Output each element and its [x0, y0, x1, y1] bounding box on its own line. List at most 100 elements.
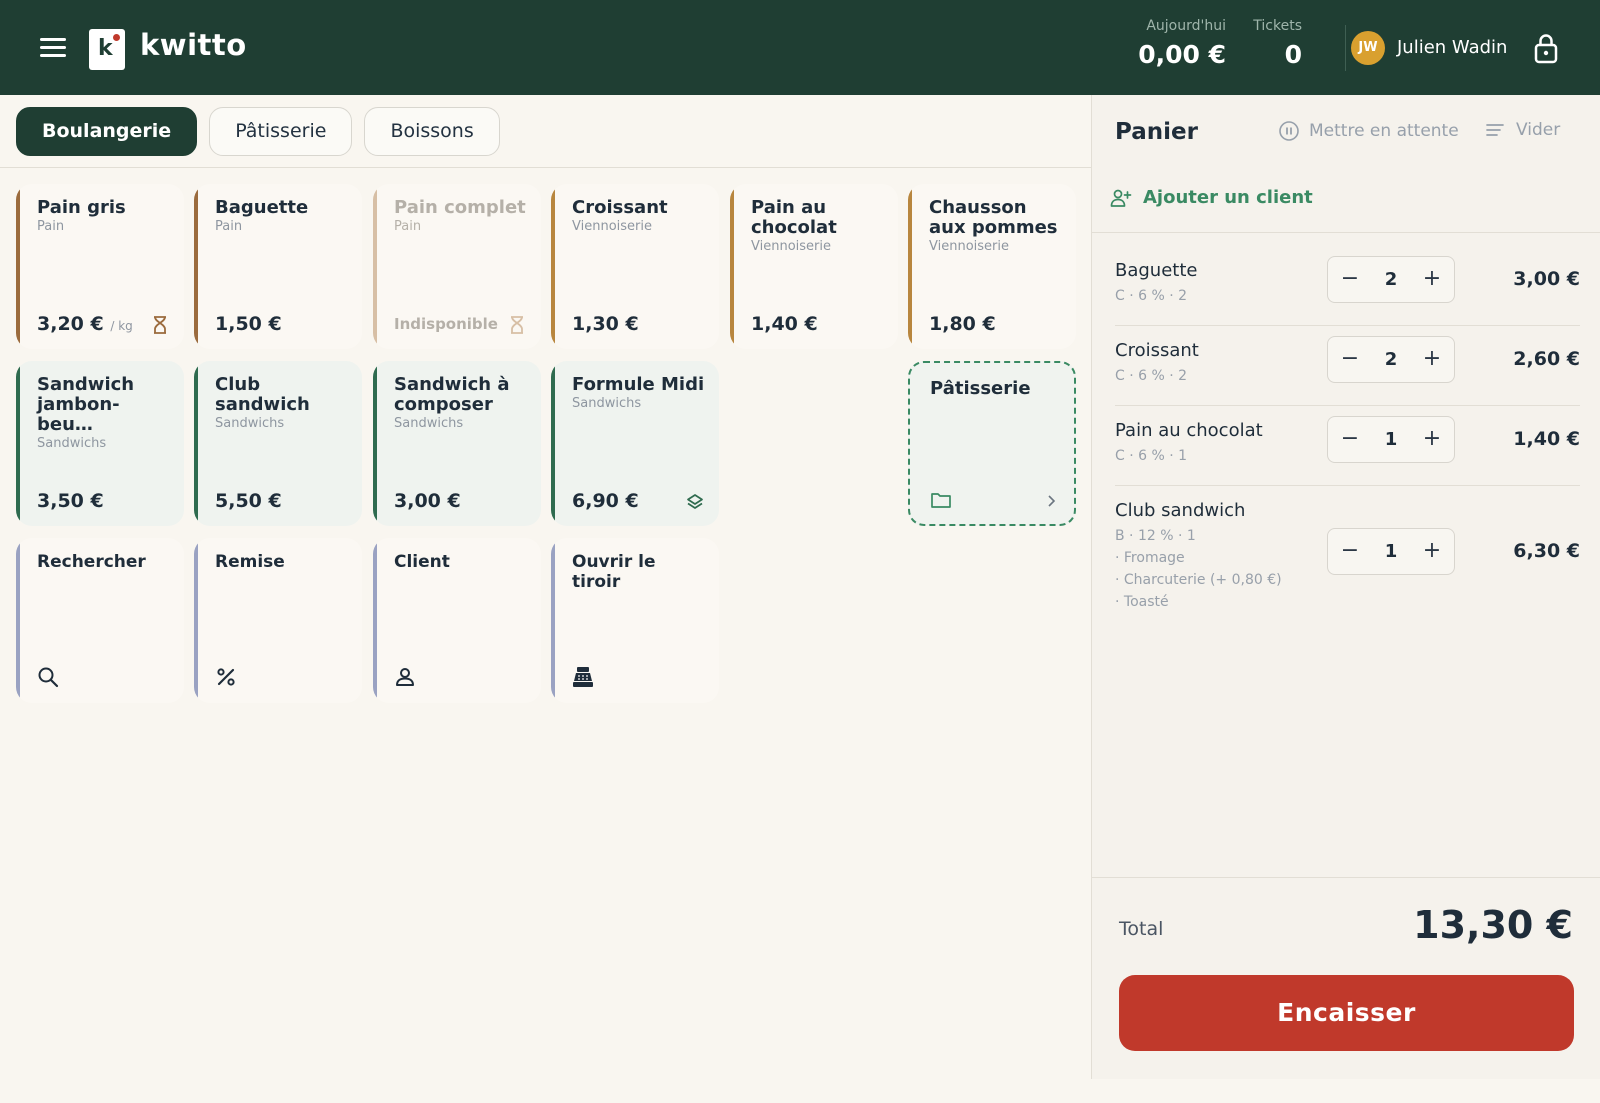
action-tile-client[interactable]: Client	[373, 538, 541, 703]
action-label: Remise	[215, 552, 285, 572]
product-name: Formule Midi Sandwichs	[572, 375, 709, 413]
quantity-value: 2	[1384, 349, 1398, 370]
search-icon	[38, 667, 59, 688]
clear-list-icon	[1486, 124, 1504, 136]
product-name: Baguette Pain	[215, 198, 352, 236]
product-price: 1,30 €	[572, 313, 639, 335]
product-tile-croissant[interactable]: Croissant Viennoiserie 1,30 €	[551, 184, 719, 349]
product-category: Sandwichs	[394, 416, 464, 431]
clear-label: Vider	[1516, 120, 1561, 140]
product-tile-club-sandwich[interactable]: Club sandwich Sandwichs 5,50 €	[194, 361, 362, 526]
cart-panel: Panier Mettre en attente Vider Ajouter u…	[1091, 95, 1600, 1079]
product-name: Club sandwich Sandwichs	[215, 375, 352, 433]
tickets-count: Tickets 0	[1253, 18, 1302, 69]
cart-line-croissant[interactable]: Croissant C · 6 % · 2 − 2 + 2,60 €	[1115, 336, 1580, 384]
cart-line-price: 1,40 €	[1513, 428, 1580, 450]
add-user-icon	[1110, 189, 1132, 207]
decrease-button[interactable]: −	[1334, 424, 1366, 456]
layers-icon	[687, 494, 703, 509]
cart-line-option: · Toasté	[1115, 594, 1169, 610]
tab-boulangerie[interactable]: Boulangerie	[16, 107, 198, 156]
product-name: Pain complet Pain	[394, 198, 531, 236]
cart-line-price: 6,30 €	[1513, 540, 1580, 562]
quantity-stepper: − 1 +	[1327, 528, 1455, 575]
product-price: 5,50 €	[215, 490, 282, 512]
tickets-value: 0	[1284, 40, 1302, 69]
action-label: Client	[394, 552, 450, 572]
increase-button[interactable]: +	[1416, 424, 1448, 456]
product-name: Pain au chocolat Viennoiserie	[751, 198, 888, 256]
unavailable-label: Indisponible	[394, 315, 498, 333]
decrease-button[interactable]: −	[1334, 536, 1366, 568]
quantity-value: 1	[1384, 429, 1398, 450]
header-divider	[1345, 25, 1346, 71]
kwitto-logo: k	[89, 29, 125, 70]
lock-icon[interactable]	[1532, 32, 1560, 64]
product-tile-pain-au-chocolat[interactable]: Pain au chocolat Viennoiserie 1,40 €	[730, 184, 898, 349]
product-tile-chausson-aux-pommes[interactable]: Chausson aux pommes Viennoiserie 1,80 €	[908, 184, 1076, 349]
product-category: Pain	[215, 219, 243, 234]
cart-line-divider	[1115, 405, 1580, 406]
increase-button[interactable]: +	[1416, 536, 1448, 568]
product-category: Sandwichs	[215, 416, 285, 431]
product-price: 6,90 €	[572, 490, 639, 512]
cart-line-pain-au-chocolat[interactable]: Pain au chocolat C · 6 % · 1 − 1 + 1,40 …	[1115, 416, 1580, 464]
folder-icon	[931, 493, 951, 508]
app-name: kwitto	[140, 28, 247, 62]
add-client-button[interactable]: Ajouter un client	[1110, 187, 1313, 208]
avatar[interactable]: JW	[1351, 31, 1385, 65]
product-tile-baguette[interactable]: Baguette Pain 1,50 €	[194, 184, 362, 349]
pause-icon	[1279, 121, 1299, 141]
product-category: Pain	[37, 219, 65, 234]
cart-line-name: Club sandwich	[1115, 500, 1246, 521]
clear-cart-button[interactable]: Vider	[1486, 120, 1560, 140]
hourglass-icon	[511, 316, 523, 334]
product-price: 3,00 €	[394, 490, 461, 512]
folder-tile-patisserie[interactable]: Pâtisserie	[908, 361, 1076, 526]
quantity-stepper: − 2 +	[1327, 336, 1455, 383]
action-label: Ouvrir le tiroir	[572, 552, 656, 592]
action-tile-discount[interactable]: Remise	[194, 538, 362, 703]
decrease-button[interactable]: −	[1334, 264, 1366, 296]
product-category: Pain	[394, 219, 422, 234]
cart-title: Panier	[1115, 119, 1198, 145]
cart-divider	[1092, 232, 1600, 233]
product-price: 3,20 € / kg	[37, 313, 133, 335]
menu-icon[interactable]	[40, 38, 66, 58]
product-price: 1,50 €	[215, 313, 282, 335]
price-unit: / kg	[110, 319, 133, 333]
cart-line-price: 2,60 €	[1513, 348, 1580, 370]
total-value: 13,30 €	[1413, 903, 1573, 947]
increase-button[interactable]: +	[1416, 344, 1448, 376]
cash-register-icon	[573, 667, 593, 687]
increase-button[interactable]: +	[1416, 264, 1448, 296]
tab-patisserie[interactable]: Pâtisserie	[209, 107, 353, 156]
cart-line-divider	[1115, 485, 1580, 486]
user-name[interactable]: Julien Wadin	[1397, 37, 1507, 58]
chevron-right-icon	[1048, 495, 1056, 507]
decrease-button[interactable]: −	[1334, 344, 1366, 376]
cart-line-price: 3,00 €	[1513, 268, 1580, 290]
product-tile-sandwich-a-composer[interactable]: Sandwich à composer Sandwichs 3,00 €	[373, 361, 541, 526]
product-tile-pain-gris[interactable]: Pain gris Pain 3,20 € / kg	[16, 184, 184, 349]
action-tile-open-drawer[interactable]: Ouvrir le tiroir	[551, 538, 719, 703]
total-label: Total	[1119, 918, 1164, 940]
hold-button[interactable]: Mettre en attente	[1278, 120, 1459, 142]
hourglass-icon	[154, 316, 166, 334]
product-tile-pain-complet[interactable]: Pain complet Pain Indisponible	[373, 184, 541, 349]
tab-boissons[interactable]: Boissons	[364, 107, 500, 156]
category-tabs: Boulangerie Pâtisserie Boissons	[16, 107, 500, 156]
checkout-button[interactable]: Encaisser	[1119, 975, 1574, 1051]
cart-line-club-sandwich[interactable]: Club sandwich B · 12 % · 1 · Fromage · C…	[1115, 500, 1580, 610]
today-revenue: Aujourd'hui 0,00 €	[1138, 18, 1226, 69]
action-tile-search[interactable]: Rechercher	[16, 538, 184, 703]
folder-name: Pâtisserie	[930, 378, 1031, 399]
product-category: Sandwichs	[37, 436, 107, 451]
tickets-label: Tickets	[1253, 18, 1302, 34]
add-client-label: Ajouter un client	[1143, 187, 1313, 208]
product-tile-sandwich-jambon-beurre[interactable]: Sandwich jambon-beu… Sandwichs 3,50 €	[16, 361, 184, 526]
product-category: Viennoiserie	[929, 239, 1009, 254]
product-tile-formule-midi[interactable]: Formule Midi Sandwichs 6,90 €	[551, 361, 719, 526]
cart-line-baguette[interactable]: Baguette C · 6 % · 2 − 2 + 3,00 €	[1115, 256, 1580, 304]
product-category: Viennoiserie	[572, 219, 652, 234]
